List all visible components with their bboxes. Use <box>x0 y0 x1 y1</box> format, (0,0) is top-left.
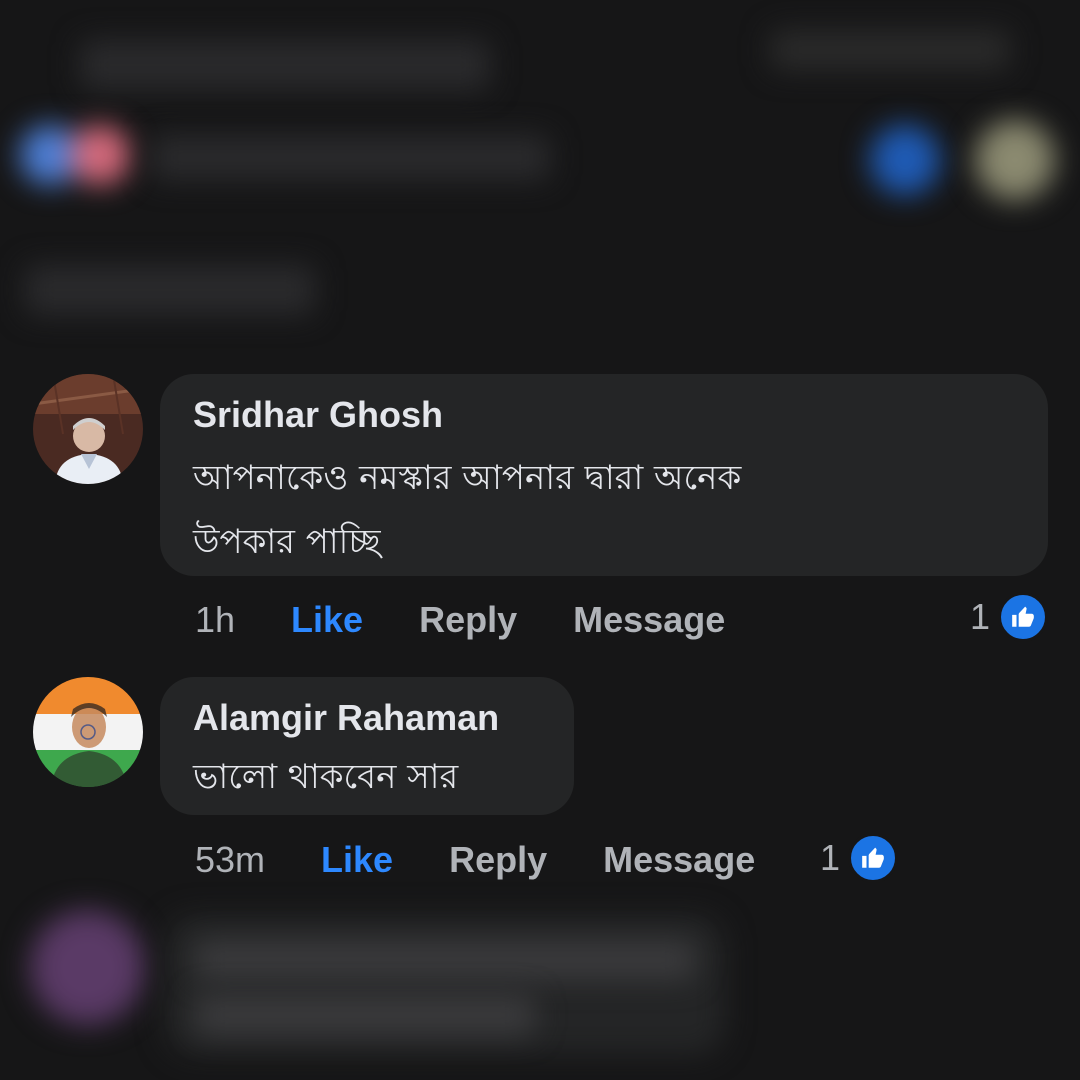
comment-author[interactable]: Sridhar Ghosh <box>193 392 1016 438</box>
message-button[interactable]: Message <box>603 839 755 881</box>
comment-text-line: আপনাকেও নমস্কার আপনার দ্বারা অনেক <box>193 458 742 498</box>
avatar[interactable] <box>33 374 143 484</box>
like-button[interactable]: Like <box>321 839 393 881</box>
reaction-summary[interactable]: 1 <box>970 592 1049 642</box>
avatar[interactable] <box>33 677 143 787</box>
blurred-more-icon <box>975 120 1055 200</box>
blurred-avatar <box>30 910 145 1025</box>
message-button[interactable]: Message <box>573 599 725 641</box>
blurred-reaction-icons <box>20 125 130 185</box>
thumbs-up-icon <box>998 592 1049 642</box>
like-button[interactable]: Like <box>291 599 363 641</box>
avatar-photo-icon <box>33 374 143 484</box>
blurred-header-right <box>770 30 1010 70</box>
comment-bubble[interactable]: Alamgir Rahaman ভালো থাকবেন সার <box>160 677 574 815</box>
reaction-summary[interactable]: 1 <box>820 833 899 883</box>
blurred-sort-label <box>25 265 315 315</box>
blurred-header-bar <box>80 40 490 90</box>
thumbs-up-icon <box>848 833 899 883</box>
avatar-photo-icon <box>33 677 143 787</box>
comment-text-line: ভালো থাকবেন সার <box>193 757 459 797</box>
blurred-reaction-text <box>150 135 550 180</box>
comment-timestamp[interactable]: 53m <box>195 839 265 881</box>
blurred-comment-line <box>195 940 695 980</box>
reaction-count: 1 <box>820 837 841 878</box>
comment-author[interactable]: Alamgir Rahaman <box>193 695 542 741</box>
blurred-comment-line <box>195 995 535 1035</box>
reaction-count: 1 <box>970 596 991 637</box>
comment-actions: 1h Like Reply Message <box>195 598 781 642</box>
reply-button[interactable]: Reply <box>449 839 547 881</box>
blurred-share-icon <box>870 125 940 195</box>
comment-bubble[interactable]: Sridhar Ghosh আপনাকেও নমস্কার আপনার দ্বা… <box>160 374 1048 576</box>
comment-timestamp[interactable]: 1h <box>195 599 235 641</box>
comment-text-line: উপকার পাচ্ছি <box>193 522 381 562</box>
comment-actions: 53m Like Reply Message <box>195 838 811 882</box>
reply-button[interactable]: Reply <box>419 599 517 641</box>
